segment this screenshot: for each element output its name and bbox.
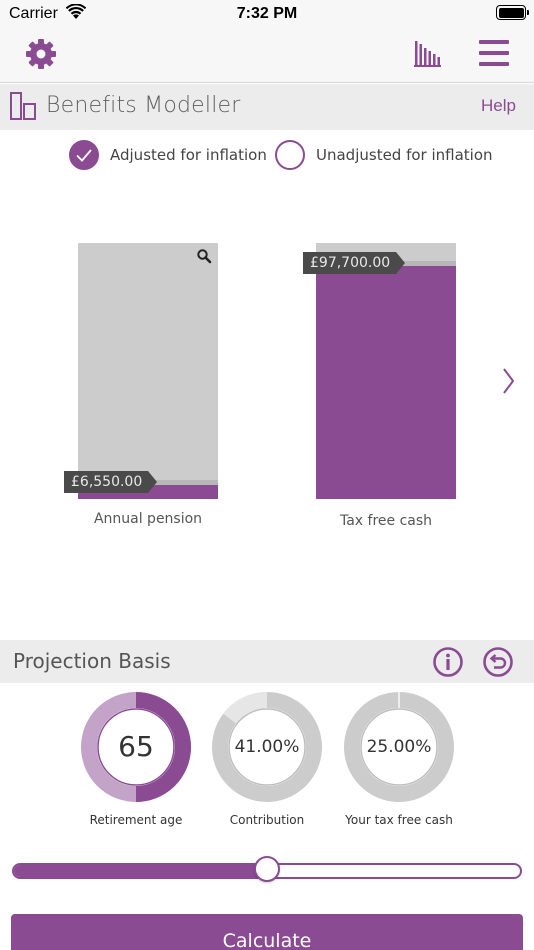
gear-icon[interactable] <box>24 37 58 71</box>
annual-pension-caption: Annual pension <box>93 511 203 527</box>
slider-fill <box>14 865 267 877</box>
tax-free-cash-caption: Tax free cash <box>339 513 433 529</box>
unadjusted-inflation-option[interactable]: Unadjusted for inflation <box>275 139 493 171</box>
projection-title: Projection Basis <box>13 649 171 673</box>
calculate-button[interactable]: Calculate <box>11 914 523 950</box>
tax-free-cash-value-tag: £97,700.00 <box>303 252 406 274</box>
annual-pension-value-tag: £6,550.00 <box>64 471 158 493</box>
slider-thumb[interactable] <box>254 856 280 882</box>
annual-pension-bar[interactable] <box>78 243 218 499</box>
adjusted-radio[interactable] <box>69 140 99 170</box>
bar-fill <box>316 266 456 499</box>
contribution-caption: Contribution <box>229 813 305 827</box>
bar-chart-icon[interactable] <box>413 38 443 68</box>
help-link[interactable]: Help <box>481 96 516 116</box>
magnifier-icon[interactable] <box>196 248 212 264</box>
battery-icon <box>496 5 529 20</box>
retirement-age-caption: Retirement age <box>89 813 183 827</box>
status-time: 7:32 PM <box>236 5 298 22</box>
title-bar: Benefits Modeller Help <box>0 84 534 130</box>
checkmark-icon <box>76 149 92 162</box>
reset-icon[interactable] <box>482 646 514 678</box>
projection-basis-header: Projection Basis <box>0 640 534 683</box>
retirement-age-value: 65 <box>118 730 154 763</box>
status-bar: Carrier 7:32 PM <box>0 0 534 30</box>
nav-bar <box>0 30 534 83</box>
adjusted-label: Adjusted for inflation <box>110 146 267 164</box>
bars-outline-icon <box>10 92 36 120</box>
info-icon[interactable] <box>432 646 464 678</box>
adjusted-inflation-option[interactable]: Adjusted for inflation <box>69 139 267 171</box>
unadjusted-radio[interactable] <box>275 140 305 170</box>
contribution-value: 41.00% <box>234 737 300 757</box>
tax-free-cash-value: 25.00% <box>366 737 432 757</box>
chevron-right-icon[interactable] <box>498 366 518 396</box>
tax-free-cash-dial-caption: Your tax free cash <box>345 813 453 827</box>
tax-free-cash-bar[interactable] <box>316 243 456 499</box>
page-title: Benefits Modeller <box>46 93 241 118</box>
unadjusted-label: Unadjusted for inflation <box>316 146 493 164</box>
hamburger-menu-icon[interactable] <box>479 39 509 67</box>
